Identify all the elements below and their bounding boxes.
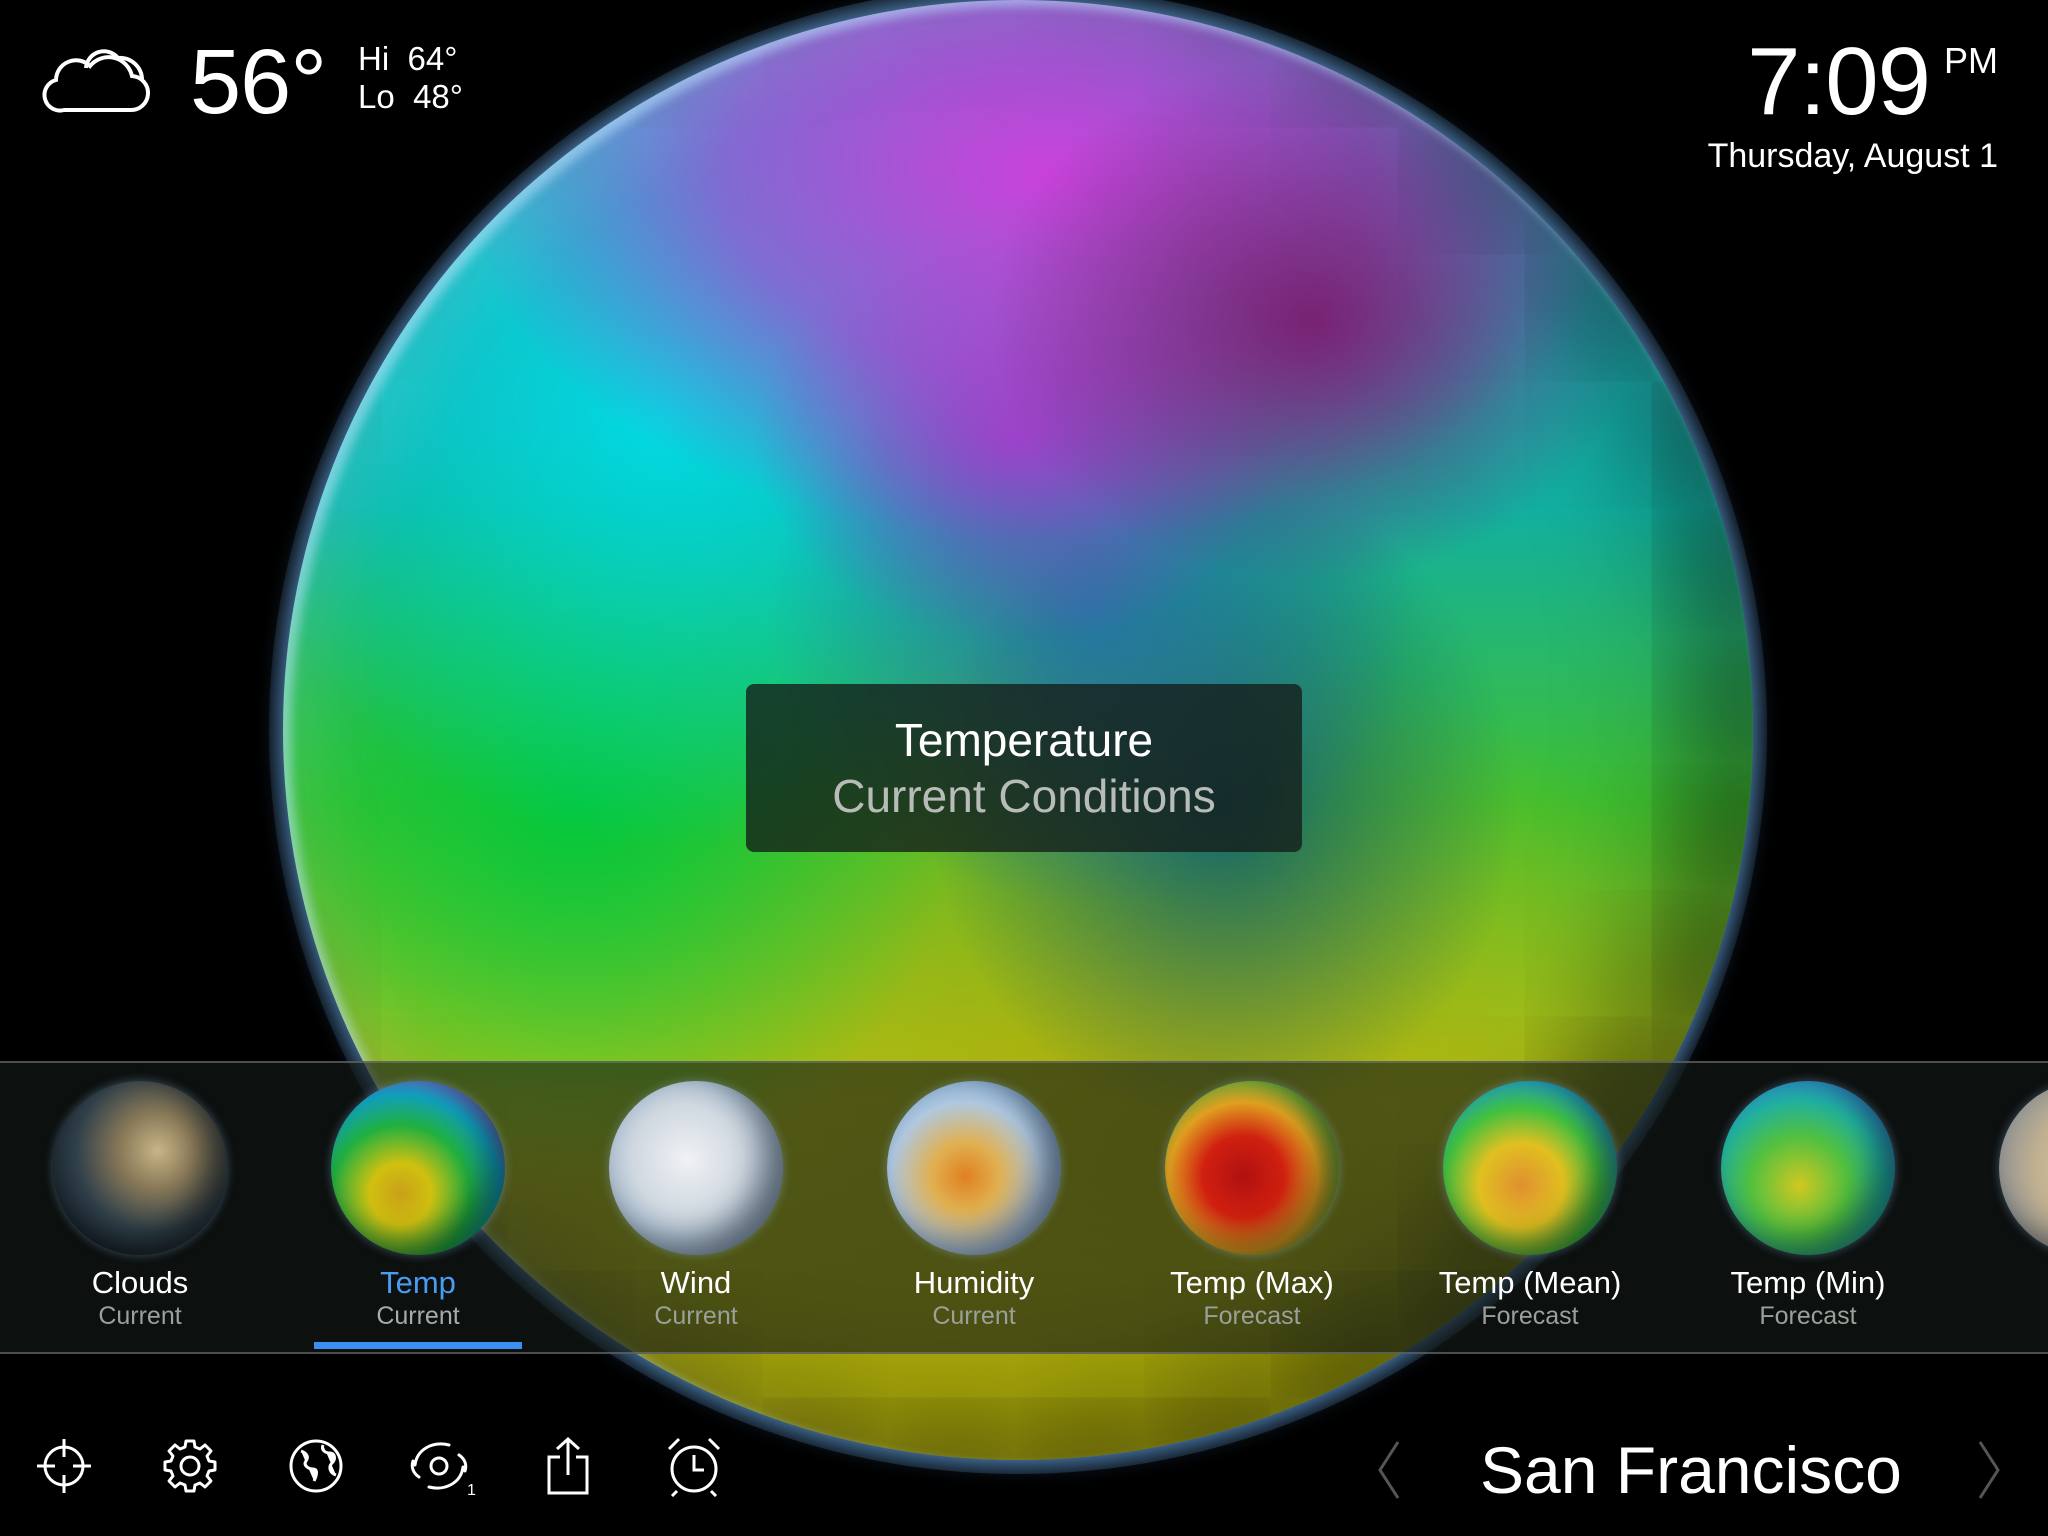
current-temperature: 56° [190,31,327,133]
layer-info-overlay: Temperature Current Conditions [746,684,1302,852]
city-name[interactable]: San Francisco [1480,1428,1902,1512]
layer-clouds[interactable]: Clouds Current [20,1081,260,1331]
hi-lo-temps: Hi 64° Lo 48° [358,40,463,116]
layer-temp-min[interactable]: Temp (Min) Forecast [1688,1081,1928,1331]
wind-globe-thumbnail[interactable] [609,1081,783,1255]
layer-subtitle: Forecast [1203,1302,1301,1330]
active-layer-indicator [314,1342,522,1349]
layer-name: Temp [380,1265,456,1300]
temp-max-globe-thumbnail[interactable] [1165,1081,1339,1255]
hurricane-count: 1 [467,1482,476,1497]
lo-label: Lo [358,78,395,115]
temp-globe-thumbnail[interactable] [331,1081,505,1255]
temp-mean-globe-thumbnail[interactable] [1443,1081,1617,1255]
hi-temp: Hi 64° [358,40,463,78]
hurricane-button[interactable]: 1 [406,1430,478,1502]
lo-value: 48° [413,78,463,115]
chevron-left-icon [1376,1441,1402,1504]
layer-subtitle: Current [376,1302,460,1330]
clock-date: Thursday, August 1 [1707,137,1998,175]
layer-wind[interactable]: Wind Current [576,1081,816,1331]
layer-temp-max[interactable]: Temp (Max) Forecast [1132,1081,1372,1331]
hurricane-icon: 1 [407,1435,477,1497]
next-city-button[interactable] [1976,1420,2016,1520]
layer-subtitle: Current [654,1302,738,1330]
clock-time: 7:09 [1747,28,1931,135]
settings-button[interactable] [154,1430,226,1502]
clouds-globe-thumbnail[interactable] [53,1081,227,1255]
alarm-button[interactable] [658,1430,730,1502]
locate-icon [35,1437,93,1495]
clock-ampm: PM [1944,40,1998,81]
chevron-right-icon [1976,1441,2002,1504]
globe-icon [287,1437,345,1495]
time-row: 7:09 PM [1708,30,1998,134]
share-button[interactable] [532,1430,604,1502]
layer-name: Temp (Min) [1730,1265,1886,1300]
overlay-subtitle: Current Conditions [832,770,1216,822]
gear-icon [161,1437,219,1495]
layer-humidity[interactable]: Humidity Current [854,1081,1094,1331]
locate-button[interactable] [28,1430,100,1502]
layer-subtitle: F [1966,1265,2048,1295]
humidity-globe-thumbnail[interactable] [887,1081,1061,1255]
share-icon [543,1435,593,1497]
layer-name: Clouds [91,1265,189,1300]
layer-temp-mean[interactable]: Temp (Mean) Forecast [1410,1081,1650,1331]
globe-button[interactable] [280,1430,352,1502]
temp-min-globe-thumbnail[interactable] [1721,1081,1895,1255]
hi-label: Hi [358,40,390,77]
layer-subtitle: Forecast [1481,1302,1579,1330]
overlay-title: Temperature [894,714,1154,766]
layer-subtitle: Forecast [1759,1302,1857,1330]
previous-city-button[interactable] [1376,1420,1416,1520]
layer-name: Temp (Max) [1170,1265,1334,1300]
layer-subtitle: Current [932,1302,1016,1330]
alarm-icon [665,1435,723,1497]
layer-temp[interactable]: Temp Current [298,1081,538,1331]
hi-value: 64° [407,40,458,77]
clock: 7:09 PM Thursday, August 1 [1708,30,1998,176]
next-layer-globe-thumbnail[interactable] [1999,1081,2048,1255]
lo-temp: Lo 48° [358,78,463,116]
layer-selector-strip[interactable]: Clouds Current Temp Current Wind Current… [0,1061,2048,1354]
layer-name: Temp (Mean) [1438,1265,1622,1300]
layer-subtitle: Current [98,1302,182,1330]
layer-name: Wind [660,1265,732,1300]
layer-name: Humidity [913,1265,1035,1300]
layer-next-partial[interactable]: F [1966,1081,2048,1295]
cloud-icon [42,44,150,123]
